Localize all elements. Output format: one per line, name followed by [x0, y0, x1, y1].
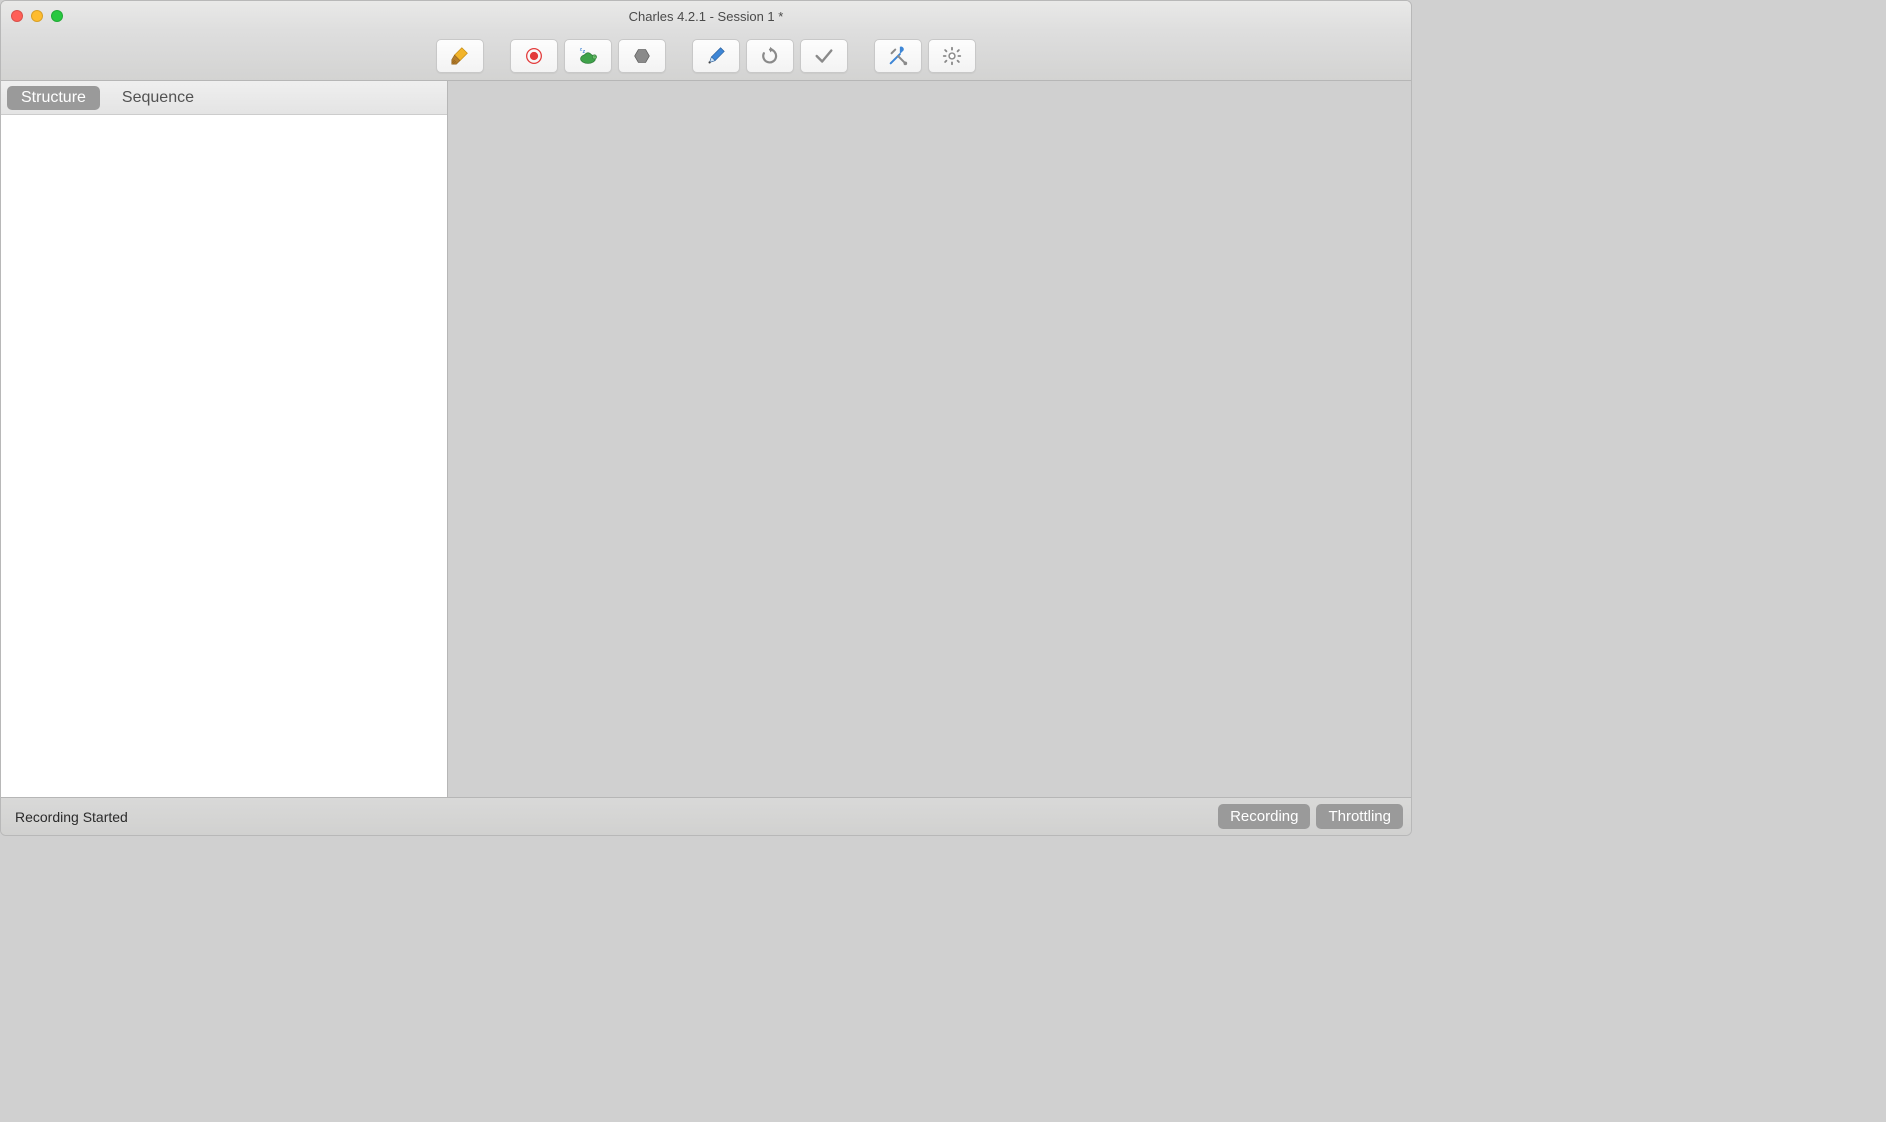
minimize-icon[interactable]	[31, 10, 43, 22]
svg-text:z: z	[582, 49, 585, 55]
sidebar: Structure Sequence	[1, 81, 448, 797]
toolbar-group-actions	[692, 39, 848, 73]
clear-button[interactable]	[436, 39, 484, 73]
gear-icon	[941, 45, 963, 67]
repeat-button[interactable]	[746, 39, 794, 73]
toolbar-group-tools	[874, 39, 976, 73]
hexagon-icon	[631, 45, 653, 67]
toolbar-group-clear	[436, 39, 484, 73]
app-window: Charles 4.2.1 - Session 1 *	[0, 0, 1412, 836]
tab-structure[interactable]: Structure	[7, 86, 100, 110]
window-title: Charles 4.2.1 - Session 1 *	[1, 9, 1411, 24]
record-button[interactable]	[510, 39, 558, 73]
record-icon	[523, 45, 545, 67]
settings-button[interactable]	[928, 39, 976, 73]
broom-icon	[449, 45, 471, 67]
check-icon	[813, 45, 835, 67]
compose-button[interactable]	[692, 39, 740, 73]
close-icon[interactable]	[11, 10, 23, 22]
content-area: Structure Sequence	[1, 81, 1411, 797]
throttling-indicator[interactable]: Throttling	[1316, 804, 1403, 829]
toolbar: z z	[1, 31, 1411, 81]
turtle-icon: z z	[576, 45, 600, 67]
tools-button[interactable]	[874, 39, 922, 73]
toolbar-group-recording: z z	[510, 39, 666, 73]
detail-pane	[448, 81, 1411, 797]
session-tree[interactable]	[1, 115, 447, 797]
status-bar: Recording Started Recording Throttling	[1, 797, 1411, 835]
pen-icon	[705, 45, 727, 67]
breakpoints-button[interactable]	[618, 39, 666, 73]
tools-icon	[887, 45, 909, 67]
zoom-icon[interactable]	[51, 10, 63, 22]
titlebar: Charles 4.2.1 - Session 1 *	[1, 1, 1411, 31]
window-controls	[11, 10, 63, 22]
throttle-button[interactable]: z z	[564, 39, 612, 73]
status-message: Recording Started	[15, 809, 128, 825]
repeat-icon	[759, 45, 781, 67]
tab-sequence[interactable]: Sequence	[108, 86, 208, 110]
recording-indicator[interactable]: Recording	[1218, 804, 1310, 829]
view-tabs: Structure Sequence	[1, 81, 447, 115]
validate-button[interactable]	[800, 39, 848, 73]
